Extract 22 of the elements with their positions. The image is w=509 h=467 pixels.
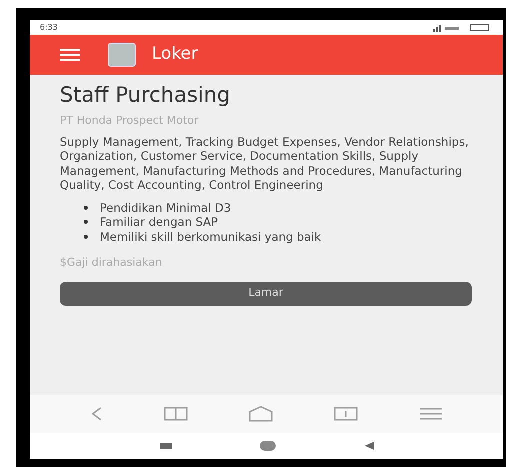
tabs-icon[interactable] xyxy=(334,407,358,421)
apply-button[interactable]: Lamar xyxy=(60,282,472,306)
home-icon[interactable] xyxy=(248,406,272,422)
job-title: Staff Purchasing xyxy=(60,82,232,109)
back-icon[interactable] xyxy=(364,441,374,451)
back-icon[interactable] xyxy=(90,407,102,421)
bullet-icon xyxy=(84,234,88,238)
recents-icon[interactable] xyxy=(160,443,172,449)
home-icon[interactable] xyxy=(260,441,276,451)
app-logo xyxy=(108,43,136,67)
job-description: Supply Management, Tracking Budget Expenses, Vendor Relationships, Organization, Customer Service, Documentation Skills, Supply Management, Manufacturing Methods and Procedures, Manufacturing Quality, Cost Accounting, Control Engineering xyxy=(60,134,470,192)
app-title: Loker xyxy=(152,43,198,66)
book-icon[interactable] xyxy=(164,407,188,421)
bullet-icon xyxy=(84,220,88,224)
salary-text: $Gaji dirahasiakan xyxy=(60,255,164,271)
status-time: 6:33 xyxy=(40,22,58,34)
requirement-text: Memiliki skill berkomunikasi yang baik xyxy=(100,230,322,244)
bullet-icon xyxy=(84,206,88,210)
menu-icon[interactable] xyxy=(418,408,442,420)
requirement-text: Pendidikan Minimal D3 xyxy=(100,200,232,215)
company-name: PT Honda Prospect Motor xyxy=(60,113,200,129)
requirement-text: Familiar dengan SAP xyxy=(100,215,220,230)
